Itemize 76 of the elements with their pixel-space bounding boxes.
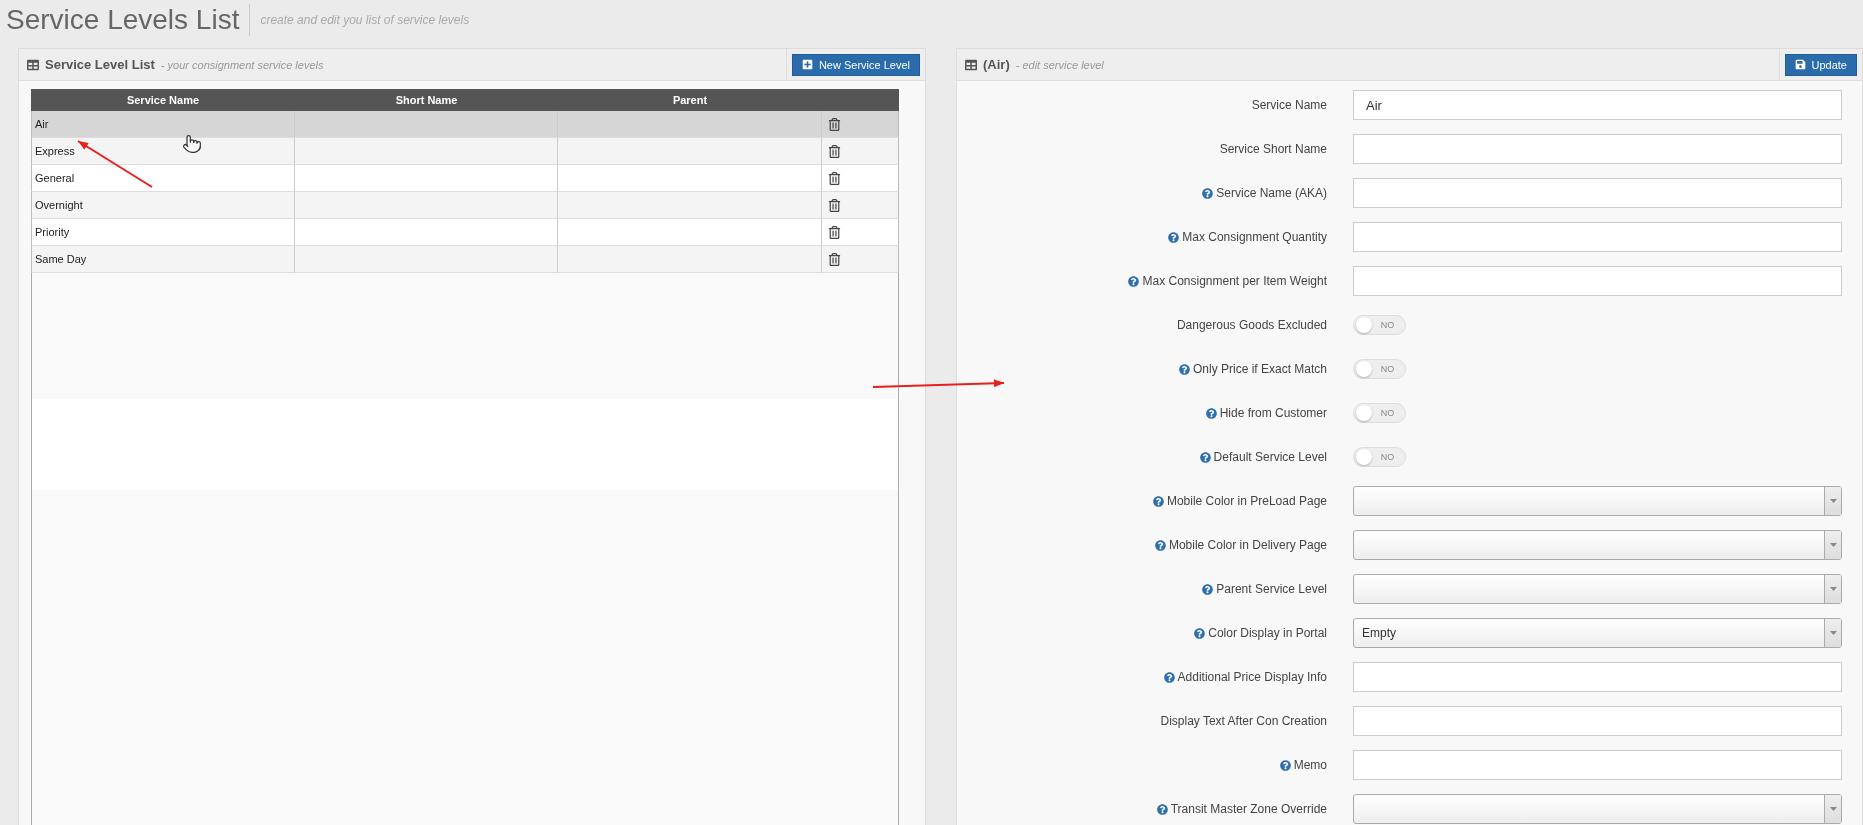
plus-icon [801,59,813,70]
table-cell[interactable]: Air [31,111,295,138]
trash-icon[interactable] [828,117,841,131]
field-label: Service Name (AKA) [1216,186,1327,200]
help-icon[interactable] [1156,803,1168,815]
help-icon[interactable] [1152,495,1164,507]
field-label: Max Consignment Quantity [1182,230,1327,244]
table-cell[interactable]: Express [31,138,295,165]
trash-icon[interactable] [828,144,841,158]
select-field[interactable] [1353,486,1842,516]
field-label: Dangerous Goods Excluded [1176,318,1327,332]
field-label: Service Name [1251,98,1327,112]
table-cell[interactable]: Same Day [31,246,295,273]
help-icon[interactable] [1202,187,1214,199]
help-icon[interactable] [1163,671,1175,683]
field-label: Default Service Level [1213,450,1327,464]
field-label: Color Display in Portal [1208,626,1327,640]
column-header: Short Name [295,89,558,111]
field-label: Display Text After Con Creation [1160,714,1327,728]
text-field[interactable] [1353,134,1842,164]
trash-icon[interactable] [828,198,841,212]
trash-icon[interactable] [828,171,841,185]
text-field[interactable] [1353,750,1842,780]
help-icon[interactable] [1205,407,1217,419]
trash-icon[interactable] [828,252,841,266]
update-button[interactable]: Update [1784,53,1857,76]
field-label: Mobile Color in PreLoad Page [1166,494,1327,508]
select-field[interactable] [1353,794,1842,824]
field-label: Mobile Color in Delivery Page [1168,538,1327,552]
page-subtitle: create and edit you list of service levels [260,13,470,27]
field-label: Service Short Name [1219,142,1327,156]
table-cell[interactable]: General [31,165,295,192]
help-icon[interactable] [1178,363,1190,375]
field-label: Additional Price Display Info [1177,670,1327,684]
field-label: Transit Master Zone Override [1170,802,1327,816]
help-icon[interactable] [1199,451,1211,463]
text-field[interactable] [1353,706,1842,736]
caret-icon [1829,631,1837,635]
text-field[interactable] [1353,222,1842,252]
caret-icon [1829,807,1837,811]
text-field[interactable] [1353,178,1842,208]
select-field[interactable] [1353,530,1842,560]
field-label: Parent Service Level [1216,582,1327,596]
panel-title: (Air) [983,57,1010,72]
text-field[interactable]: Air [1353,90,1842,120]
panel-subtitle: - your consignment service levels [160,58,324,71]
column-header: Service Name [31,89,295,111]
save-icon [1794,59,1806,70]
hand-cursor-icon [182,134,202,154]
help-icon[interactable] [1202,583,1214,595]
caret-icon [1829,587,1837,591]
table-icon [965,58,977,71]
field-label: Only Price if Exact Match [1192,362,1327,376]
text-field[interactable] [1353,266,1842,296]
column-header: Parent [558,89,822,111]
page-title: Service Levels List [6,4,251,36]
field-label: Memo [1293,758,1327,772]
field-label: Hide from Customer [1219,406,1327,420]
select-field[interactable]: Empty [1353,618,1842,648]
panel-title: Service Level List [45,57,155,72]
new-service-level-button[interactable]: New Service Level [791,53,920,76]
help-icon[interactable] [1154,539,1166,551]
text-field[interactable] [1353,662,1842,692]
trash-icon[interactable] [828,225,841,239]
table-icon [27,58,39,71]
help-icon[interactable] [1168,231,1180,243]
select-field[interactable] [1353,574,1842,604]
help-icon[interactable] [1128,275,1140,287]
table-cell[interactable]: Overnight [31,192,295,219]
help-icon[interactable] [1279,759,1291,771]
help-icon[interactable] [1194,627,1206,639]
table-cell[interactable]: Priority [31,219,295,246]
field-label: Max Consignment per Item Weight [1142,274,1327,288]
panel-subtitle: - edit service level [1015,58,1104,71]
caret-icon [1829,499,1837,503]
caret-icon [1829,543,1837,547]
